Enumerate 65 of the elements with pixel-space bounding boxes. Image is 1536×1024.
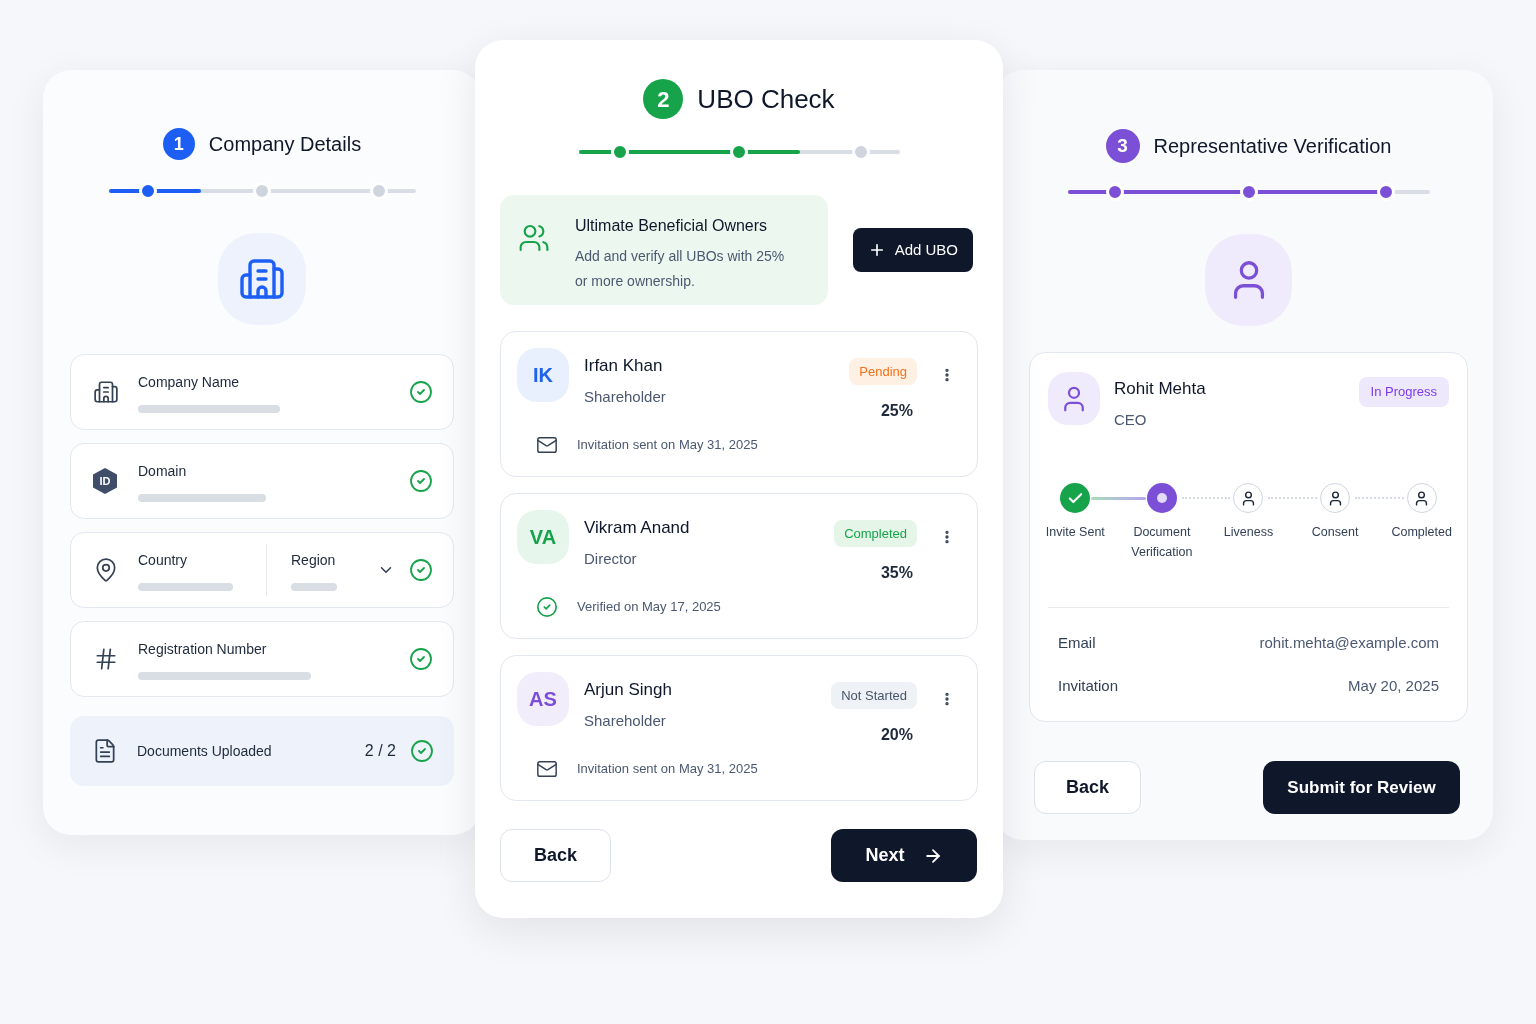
step-number: 3	[1105, 129, 1140, 163]
status-badge: Not Started	[831, 682, 917, 709]
step-title: Company Details	[208, 132, 362, 157]
building-icon	[93, 379, 119, 405]
owner-name: Arjun Singh	[584, 679, 672, 701]
owner-name: Vikram Anand	[584, 517, 690, 539]
building-icon	[218, 233, 306, 325]
owner-note: Verified on May 17, 2025	[577, 598, 721, 617]
detail-label: Invitation	[1058, 675, 1119, 696]
form-field[interactable]: Country Region	[70, 532, 454, 608]
connector-line	[1181, 497, 1231, 499]
avatar-initials: VA	[529, 525, 557, 550]
step-number: 2	[643, 79, 684, 119]
submit-button[interactable]: Submit for Review	[1263, 761, 1460, 814]
step-number: 1	[162, 128, 195, 160]
next-button[interactable]: Next	[831, 829, 977, 882]
field-label: Country	[138, 550, 189, 570]
field-label: Company Name	[138, 372, 241, 392]
id-icon: ID	[93, 468, 117, 494]
stage-label: Completed	[1390, 524, 1453, 541]
detail-value: rohit.mehta@example.com	[1259, 633, 1439, 653]
field-label: Region	[291, 550, 337, 570]
banner-title: Ultimate Beneficial Owners	[575, 216, 769, 236]
stage-label: Invite Sent	[1044, 524, 1106, 541]
avatar-initials: AS	[529, 687, 557, 712]
status-badge: Completed	[834, 520, 917, 547]
field-label: Registration Number	[138, 639, 268, 659]
detail-value: May 20, 2025	[1348, 675, 1439, 696]
owner-name: Irfan Khan	[584, 355, 664, 377]
add-ubo-button[interactable]: Add UBO	[852, 228, 973, 272]
owner-role: Director	[584, 548, 638, 569]
stage-label: Liveness	[1222, 524, 1275, 541]
stage-label: Document Verification	[1130, 524, 1194, 561]
status-badge: Pending	[849, 358, 917, 385]
stage-label: Consent	[1310, 524, 1360, 541]
user-icon	[1048, 372, 1100, 425]
documents-label: Documents Uploaded	[137, 741, 272, 761]
document-icon	[92, 738, 118, 764]
users-icon	[518, 222, 550, 254]
connector-line	[1355, 497, 1404, 499]
owner-role: Shareholder	[584, 386, 666, 407]
representative-name: Rohit Mehta	[1114, 378, 1206, 400]
ownership-share: 20%	[880, 725, 913, 745]
owner-role: Shareholder	[584, 710, 667, 731]
back-button[interactable]: Back	[500, 829, 611, 882]
ownership-share: 35%	[880, 563, 913, 583]
representative-role: CEO	[1114, 409, 1148, 430]
step-title: Representative Verification	[1153, 134, 1392, 159]
form-field[interactable]: ID Domain	[70, 443, 454, 519]
owner-note: Invitation sent on May 31, 2025	[577, 436, 758, 455]
detail-label: Email	[1058, 633, 1096, 653]
avatar-initials: IK	[533, 363, 553, 388]
connector-line	[1268, 497, 1318, 499]
field-label: Domain	[138, 461, 188, 481]
documents-count: 2 / 2	[364, 741, 396, 761]
banner-text: Add and verify all UBOs with 25% or more ownership.	[575, 247, 786, 291]
ownership-share: 25%	[880, 401, 913, 421]
form-field[interactable]: Company Name	[70, 354, 454, 430]
step-title: UBO Check	[697, 82, 835, 116]
connector-line	[1091, 497, 1146, 500]
owner-note: Invitation sent on May 31, 2025	[577, 760, 758, 779]
form-field[interactable]: Registration Number	[70, 621, 454, 697]
back-button[interactable]: Back	[1034, 761, 1141, 814]
status-badge: In Progress	[1358, 377, 1449, 407]
value-placeholder-bar	[291, 582, 337, 591]
